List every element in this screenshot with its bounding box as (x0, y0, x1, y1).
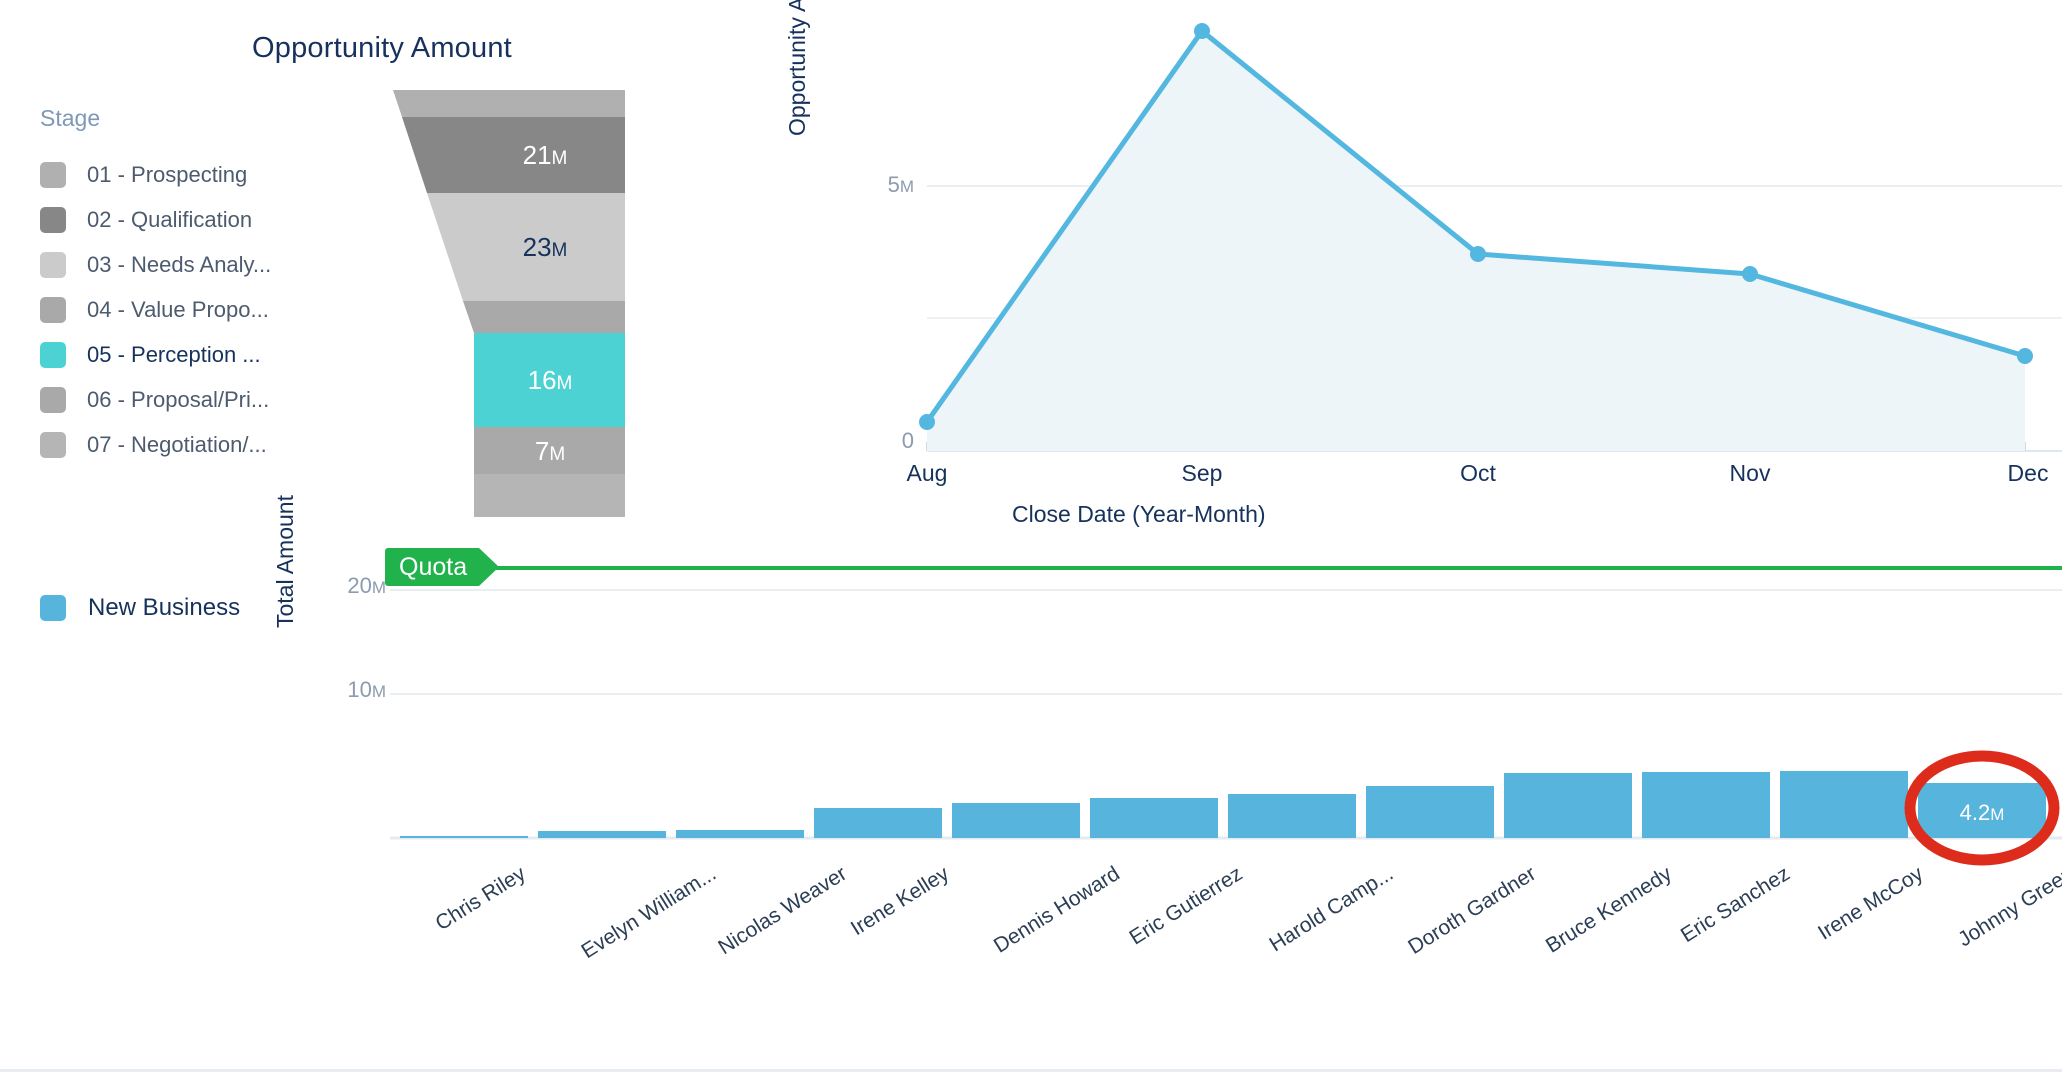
legend-item-stage-03[interactable]: 03 - Needs Analy... (40, 242, 340, 287)
area-chart-x-axis-title: Close Date (Year-Month) (1012, 501, 1266, 527)
bar-eric-gutierrez[interactable] (1090, 798, 1218, 838)
legend-item-stage-06[interactable]: 06 - Proposal/Pri... (40, 377, 340, 422)
area-chart-svg (919, 23, 2062, 452)
sales-rep-bar-chart[interactable]: New Business Total Amount 0 10M 20M (0, 495, 2062, 1072)
data-point-sep[interactable] (1194, 23, 1210, 39)
data-point-oct[interactable] (1470, 246, 1486, 262)
legend-swatch-icon (40, 251, 66, 278)
area-chart-x-tick-dec: Dec (2007, 460, 2049, 486)
bar-chart-svg (390, 566, 2062, 866)
bar-nicolas-weaver[interactable] (676, 830, 804, 838)
area-chart-x-tick-oct: Oct (1460, 460, 1496, 486)
legend-swatch-icon (40, 206, 66, 233)
legend-swatch-icon (40, 161, 66, 188)
bar-harold-campbell[interactable] (1228, 794, 1356, 838)
data-point-nov[interactable] (1742, 266, 1758, 282)
legend-swatch-icon (40, 296, 66, 323)
legend-item-label: 03 - Needs Analy... (87, 251, 272, 277)
bar-irene-kelley[interactable] (814, 808, 942, 838)
area-chart-x-tick-aug: Aug (906, 460, 948, 486)
bar-chris-riley[interactable] (400, 836, 528, 838)
bar-irene-mccoy[interactable] (1780, 771, 1908, 838)
legend-swatch-icon (40, 431, 66, 458)
legend-item-stage-04[interactable]: 04 - Value Propo... (40, 287, 340, 332)
bar-eric-sanchez[interactable] (1642, 772, 1770, 838)
legend-item-label: 04 - Value Propo... (87, 296, 269, 322)
quota-flag-label: Quota (385, 548, 480, 586)
legend-item-label: 02 - Qualification (87, 206, 253, 232)
bar-bruce-kennedy[interactable] (1504, 773, 1632, 838)
funnel-segment-4[interactable] (463, 301, 625, 333)
legend-item-label: 07 - Negotiation/... (87, 431, 267, 457)
opportunity-amount-area-chart[interactable]: Opportunity Amount Close Date (Year-Mont… (784, 0, 2062, 548)
legend-item-label: 01 - Prospecting (87, 161, 248, 187)
area-chart-x-tick-sep: Sep (1181, 460, 1223, 486)
stage-legend: Stage 01 - Prospecting 02 - Qualificatio… (40, 105, 340, 467)
funnel-chart[interactable]: 21M 23M 16M 7M (380, 90, 700, 530)
data-point-dec[interactable] (2017, 348, 2033, 364)
legend-item-label: 05 - Perception ... (87, 341, 261, 367)
bar-doroth-gardner[interactable] (1366, 786, 1494, 838)
area-fill (927, 31, 2025, 451)
legend-item-stage-05[interactable]: 05 - Perception ... (40, 332, 340, 377)
bar-dennis-howard[interactable] (952, 803, 1080, 838)
bar-value-label-johnny-green: 4.2M (1959, 800, 2005, 825)
quota-flag-arrow-icon (479, 548, 500, 586)
legend-swatch-icon (40, 341, 66, 368)
area-chart-x-tick-nov: Nov (1729, 460, 1771, 486)
data-point-aug[interactable] (919, 414, 935, 430)
funnel-segment-1[interactable] (393, 90, 625, 117)
funnel-segment-7[interactable] (474, 474, 625, 517)
legend-item-stage-02[interactable]: 02 - Qualification (40, 197, 340, 242)
stage-legend-title: Stage (40, 105, 101, 131)
bar-evelyn-williams[interactable] (538, 831, 666, 838)
dashboard-root: Opportunity Amount Stage 01 - Prospectin… (0, 0, 2062, 1072)
funnel-segment-2[interactable] (402, 117, 625, 193)
legend-item-label: 06 - Proposal/Pri... (87, 386, 270, 412)
legend-swatch-icon (40, 386, 66, 413)
funnel-chart-title: Opportunity Amount (252, 32, 512, 64)
quota-flag[interactable]: Quota (385, 548, 500, 586)
legend-item-stage-01[interactable]: 01 - Prospecting (40, 152, 340, 197)
funnel-svg: 21M 23M 16M 7M (393, 90, 625, 517)
legend-item-stage-07[interactable]: 07 - Negotiation/... (40, 422, 340, 467)
